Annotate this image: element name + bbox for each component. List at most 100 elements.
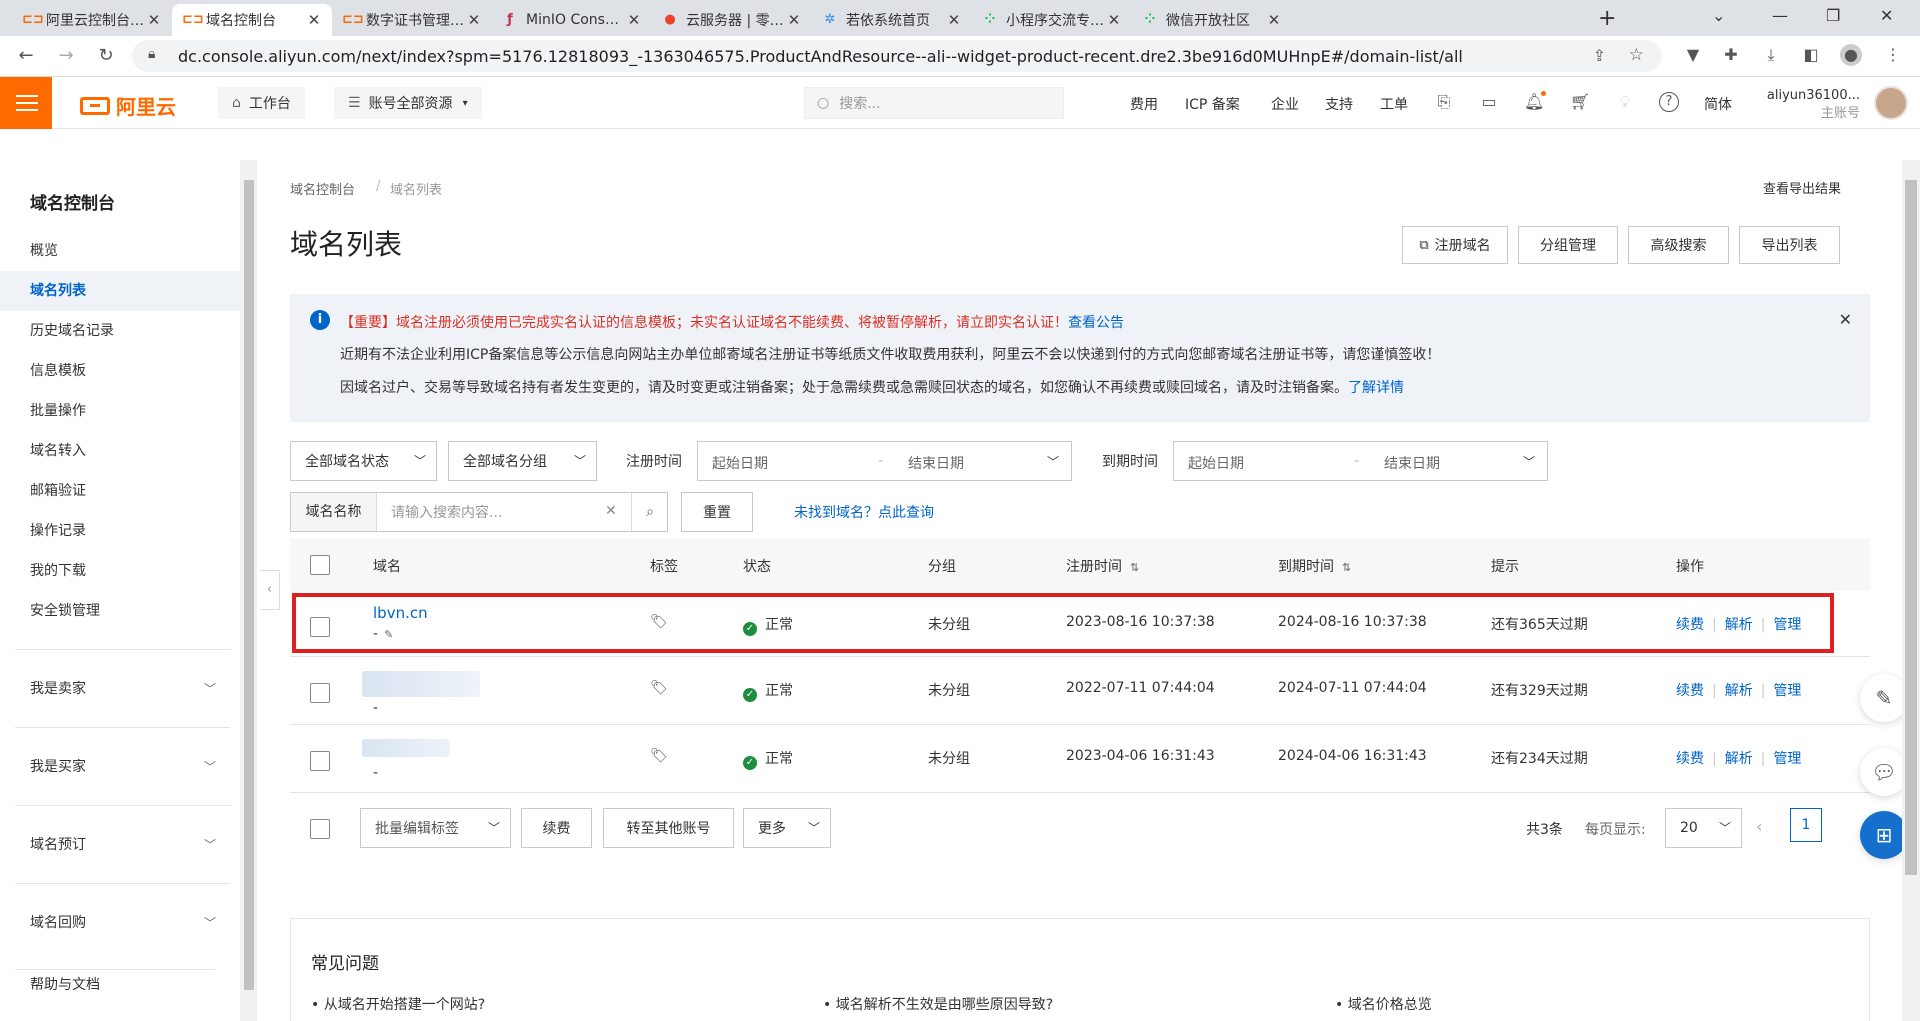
close-tab-icon[interactable]: ✕ — [1106, 11, 1122, 29]
aliyun-logo[interactable]: 阿里云 — [80, 91, 176, 120]
profile-icon[interactable]: ● — [1840, 44, 1862, 66]
bulk-edit-tags-select[interactable]: 批量编辑标签 ﹀ — [360, 808, 511, 848]
close-window-icon[interactable]: ✕ — [1880, 6, 1893, 25]
menu-kebab-icon[interactable]: ⋮ — [1882, 44, 1904, 66]
menu-hamburger-icon[interactable] — [0, 77, 52, 129]
close-tab-icon[interactable]: ✕ — [1266, 11, 1282, 29]
help-icon[interactable]: ? — [1659, 92, 1679, 112]
minimize-icon[interactable]: — — [1772, 6, 1788, 25]
feedback-edit-button[interactable]: ✎ — [1860, 674, 1908, 722]
header-link-fees[interactable]: 费用 — [1130, 94, 1158, 114]
sidepanel-icon[interactable]: ◧ — [1800, 44, 1822, 66]
sidebar-item-transfer-in[interactable]: 域名转入 — [0, 431, 240, 471]
exp-date-range[interactable]: 起始日期 - 结束日期 ﹀ — [1173, 441, 1548, 481]
edit-pencil-icon[interactable]: ✎ — [384, 628, 393, 641]
notice-announcement-link[interactable]: 查看公告 — [1068, 315, 1124, 331]
download-icon[interactable]: ⤓ — [1760, 44, 1782, 66]
col-exp-time[interactable]: 到期时间 ⇅ — [1278, 556, 1351, 576]
per-page-select[interactable]: 20 ﹀ — [1665, 808, 1742, 848]
tag-icon[interactable]: 🏷︎ — [650, 680, 668, 696]
url-text[interactable]: dc.console.aliyun.com/next/index?spm=517… — [178, 47, 1463, 66]
lightbulb-icon[interactable]: 💡︎ — [1615, 92, 1635, 112]
faq-item-dns-not-effective[interactable]: • 域名解析不生效是由哪些原因导致? — [823, 994, 1053, 1014]
resources-dropdown[interactable]: ☰ 账号全部资源 ▾ — [334, 87, 482, 119]
apps-grid-button[interactable]: ⊞ — [1860, 811, 1908, 859]
clear-icon[interactable]: ✕ — [605, 503, 617, 519]
manage-link[interactable]: 管理 — [1773, 617, 1801, 633]
notice-details-link[interactable]: 了解详情 — [1348, 380, 1404, 396]
export-list-button[interactable]: 导出列表 — [1739, 226, 1840, 264]
manage-link[interactable]: 管理 — [1773, 751, 1801, 767]
terminal-icon[interactable]: ▭ — [1479, 92, 1499, 112]
sidebar-group-buyer[interactable]: 我是买家 ﹀ — [15, 727, 230, 805]
dns-resolve-link[interactable]: 解析 — [1725, 617, 1753, 633]
dns-resolve-link[interactable]: 解析 — [1725, 751, 1753, 767]
row-checkbox[interactable] — [310, 617, 330, 637]
share-icon[interactable]: ⇪ — [1593, 46, 1606, 65]
close-tab-icon[interactable]: ✕ — [946, 11, 962, 29]
status-filter-select[interactable]: 全部域名状态 ﹀ — [290, 441, 437, 481]
reg-date-range[interactable]: 起始日期 - 结束日期 ﹀ — [697, 441, 1072, 481]
renew-link[interactable]: 续费 — [1676, 617, 1704, 633]
puzzle-icon[interactable]: ✚ — [1720, 44, 1742, 66]
browser-tab-ruoyi[interactable]: ✲ 若依系统首页 ✕ — [812, 4, 972, 36]
col-reg-time[interactable]: 注册时间 ⇅ — [1066, 556, 1139, 576]
language-switch[interactable]: 简体 — [1704, 94, 1732, 114]
transfer-account-button[interactable]: 转至其他账号 — [603, 808, 734, 848]
sidebar-group-seller[interactable]: 我是卖家 ﹀ — [15, 649, 230, 727]
dns-resolve-link[interactable]: 解析 — [1725, 683, 1753, 699]
header-link-support[interactable]: 支持 — [1325, 94, 1353, 114]
header-search-input[interactable]: ○ 搜索... — [804, 87, 1064, 119]
restore-icon[interactable]: ❐ — [1826, 6, 1840, 25]
more-actions-select[interactable]: 更多 ﹀ — [743, 808, 831, 848]
close-tab-icon[interactable]: ✕ — [306, 11, 322, 29]
faq-item-build-site[interactable]: • 从域名开始搭建一个网站? — [311, 994, 485, 1014]
bookmark-star-icon[interactable]: ☆ — [1629, 45, 1644, 65]
sidebar-item-downloads[interactable]: 我的下载 — [0, 551, 240, 591]
chat-button[interactable]: 💬︎ — [1860, 748, 1908, 796]
sidebar-scrollbar-thumb[interactable] — [244, 180, 254, 990]
bulk-select-checkbox[interactable] — [310, 819, 330, 839]
cart-icon[interactable]: 🛒︎ — [1570, 92, 1590, 112]
row-checkbox[interactable] — [310, 683, 330, 703]
group-manage-button[interactable]: 分组管理 — [1518, 226, 1618, 264]
sidebar-group-reserve[interactable]: 域名预订 ﹀ — [15, 805, 230, 883]
forward-icon[interactable]: → — [54, 44, 78, 68]
close-icon[interactable]: ✕ — [1839, 310, 1852, 329]
group-filter-select[interactable]: 全部域名分组 ﹀ — [448, 441, 597, 481]
close-tab-icon[interactable]: ✕ — [146, 11, 162, 29]
export-results-link[interactable]: 查看导出结果 — [1763, 178, 1841, 197]
header-link-enterprise[interactable]: 企业 — [1271, 94, 1299, 114]
browser-tab-miniprogram[interactable]: ⁘ 小程序交流专区 | ✕ — [972, 4, 1132, 36]
close-tab-icon[interactable]: ✕ — [626, 11, 642, 29]
renew-link[interactable]: 续费 — [1676, 683, 1704, 699]
sidebar-item-batch[interactable]: 批量操作 — [0, 391, 240, 431]
avatar[interactable] — [1874, 86, 1908, 120]
renew-link[interactable]: 续费 — [1676, 751, 1704, 767]
domain-name-link[interactable]: lbvn.cn — [373, 604, 428, 622]
sidebar-group-buyback[interactable]: 域名回购 ﹀ — [15, 883, 230, 961]
back-icon[interactable]: ← — [14, 44, 38, 68]
close-tab-icon[interactable]: ✕ — [466, 11, 482, 29]
tag-icon[interactable]: 🏷︎ — [650, 748, 668, 764]
sidebar-item-templates[interactable]: 信息模板 — [0, 351, 240, 391]
search-icon[interactable]: ⌕ — [631, 493, 668, 531]
sidebar-item-history[interactable]: 历史域名记录 — [0, 311, 240, 351]
not-found-query-link[interactable]: 未找到域名？点此查询 — [794, 502, 934, 522]
extension-icon[interactable]: ▼ — [1682, 44, 1704, 66]
bulk-renew-button[interactable]: 续费 — [521, 808, 592, 848]
browser-tab-minio[interactable]: ƒ MinIO Console ✕ — [492, 4, 652, 36]
page-1-button[interactable]: 1 — [1790, 808, 1822, 842]
advanced-search-button[interactable]: 高级搜索 — [1628, 226, 1729, 264]
breadcrumb-root[interactable]: 域名控制台 — [290, 179, 355, 198]
close-tab-icon[interactable]: ✕ — [786, 11, 802, 29]
api-icon[interactable]: ⎘ — [1434, 92, 1454, 112]
reload-icon[interactable]: ↻ — [94, 44, 118, 68]
tag-icon[interactable]: 🏷︎ — [650, 614, 668, 630]
browser-tab-aliyun-home[interactable]: ⊏⊐ 阿里云控制台首页 ✕ — [12, 4, 172, 36]
manage-link[interactable]: 管理 — [1773, 683, 1801, 699]
main-scrollbar-thumb[interactable] — [1905, 180, 1917, 875]
browser-tab-wechat-open[interactable]: ⁘ 微信开放社区 ✕ — [1132, 4, 1292, 36]
prev-page-icon[interactable]: ‹ — [1756, 817, 1762, 836]
header-link-icp[interactable]: ICP 备案 — [1185, 94, 1240, 114]
